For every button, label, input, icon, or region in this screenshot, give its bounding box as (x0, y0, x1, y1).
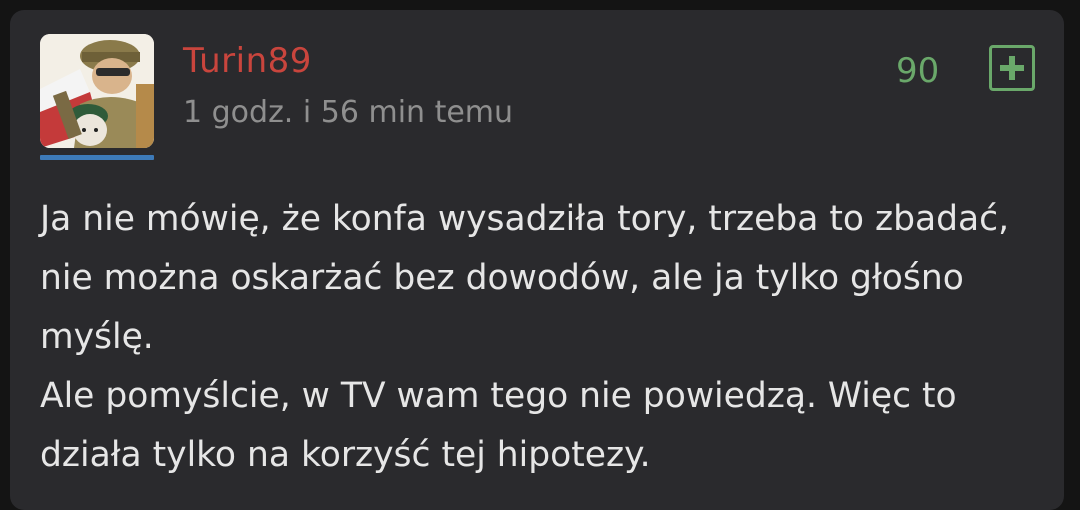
upvote-button[interactable] (989, 45, 1035, 91)
comment-paragraph: Ale pomyślcie, w TV wam tego nie powiedz… (40, 376, 957, 475)
comment-body: Ja nie mówię, że konfa wysadziła tory, t… (40, 190, 1050, 485)
comment-timestamp[interactable]: 1 godz. i 56 min temu (183, 98, 513, 128)
vote-count: 90 (896, 51, 940, 91)
avatar[interactable] (40, 34, 154, 148)
author-name[interactable]: Turin89 (183, 44, 312, 78)
avatar-underline (40, 155, 154, 160)
comment-paragraph: Ja nie mówię, że konfa wysadziła tory, t… (40, 199, 1010, 357)
avatar-image (40, 34, 154, 148)
comment-card: Turin89 1 godz. i 56 min temu 90 Ja nie … (10, 10, 1064, 510)
